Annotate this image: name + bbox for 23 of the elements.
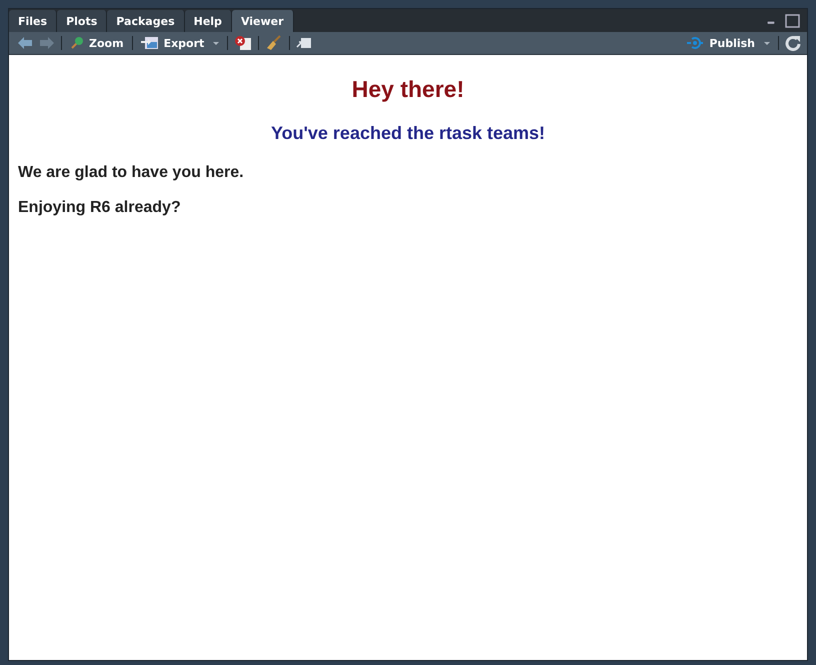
export-image-icon <box>140 36 159 50</box>
page-subheading: You've reached the rtask teams! <box>270 123 546 144</box>
tab[interactable]: Viewer <box>232 10 294 32</box>
publish-button[interactable]: Publish <box>684 36 772 50</box>
caret-icon <box>764 42 770 44</box>
zoom-button[interactable]: Zoom <box>68 36 126 50</box>
magnifier-icon <box>70 36 84 50</box>
caret-icon <box>213 42 220 44</box>
back-arrow-icon[interactable] <box>17 36 33 50</box>
popout-icon[interactable] <box>296 36 312 50</box>
maximize-icon[interactable] <box>785 14 801 28</box>
tab[interactable]: Packages <box>107 10 185 32</box>
clear-viewer-icon[interactable] <box>234 35 252 51</box>
tab[interactable]: Plots <box>57 10 108 32</box>
paragraph: Enjoying R6 already? <box>18 199 182 217</box>
broom-icon[interactable] <box>265 35 284 51</box>
publish-icon <box>686 36 704 50</box>
refresh-icon[interactable] <box>785 35 801 51</box>
tab[interactable]: Help <box>184 10 232 32</box>
export-button[interactable]: Export <box>138 36 222 50</box>
paragraph: We are glad to have you here. <box>18 164 245 182</box>
page-heading: Hey there! <box>350 76 466 103</box>
tab[interactable]: Files <box>9 10 58 32</box>
